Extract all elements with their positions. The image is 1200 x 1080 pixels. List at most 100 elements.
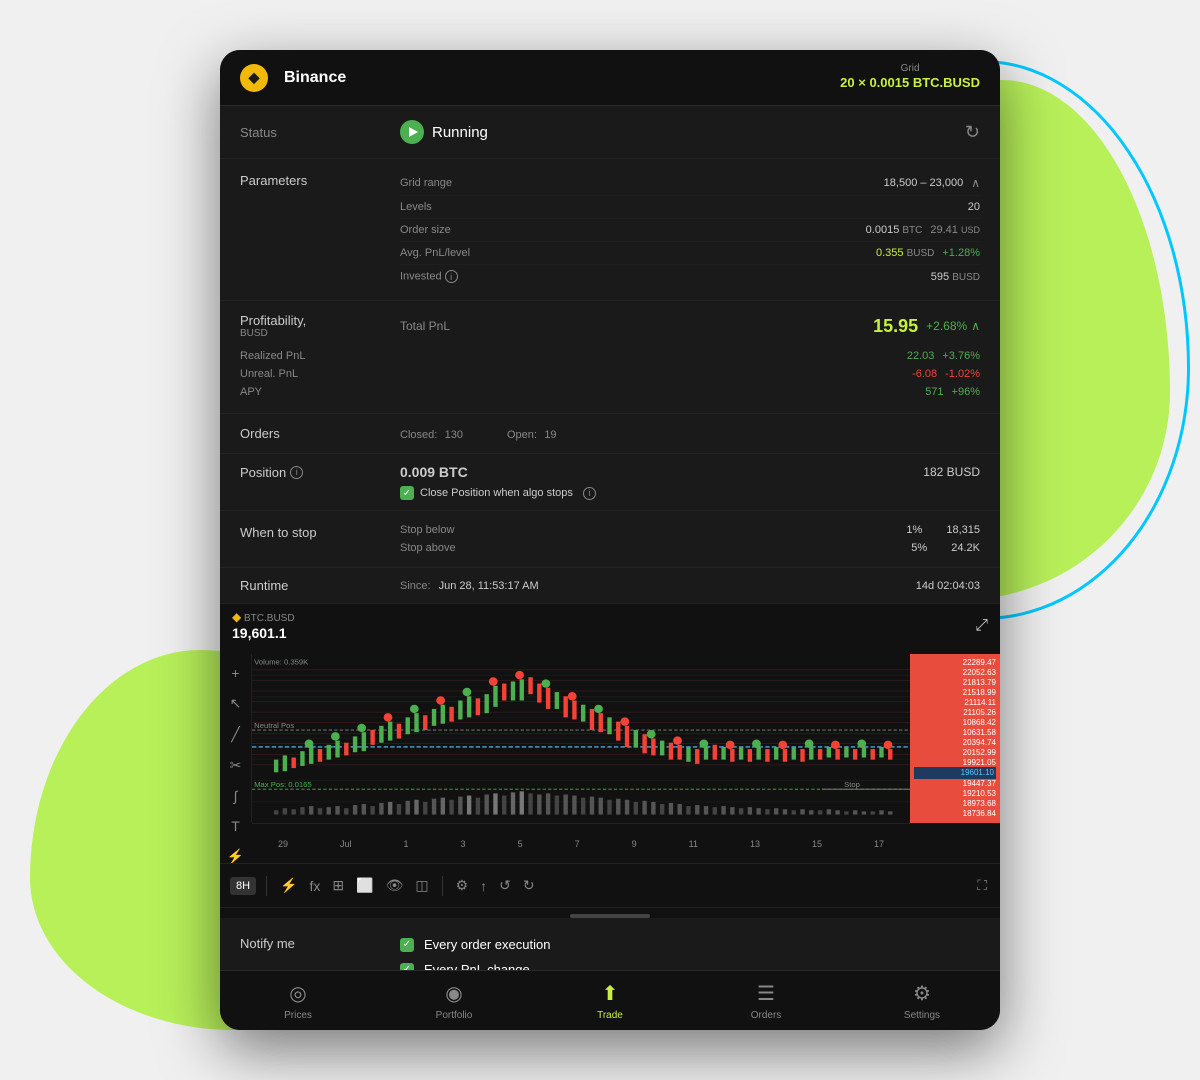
settings-label: Settings (904, 1010, 940, 1021)
pnl-header: Profitability, BUSD Total PnL 15.95 +2.6… (240, 313, 980, 339)
portfolio-label: Portfolio (436, 1010, 473, 1021)
top-bar: ◆ Binance Grid 20 × 0.0015 BTC.BUSD (220, 50, 1000, 106)
total-pnl-pct: +2.68% (926, 319, 967, 333)
refresh-icon[interactable]: ↻ (965, 122, 980, 143)
eye-icon[interactable]: 👁 (383, 874, 407, 897)
stop-below-val: 18,315 (946, 524, 980, 536)
orders-open: Open: 19 (507, 427, 561, 441)
order-size-usd: 29.41 USD (930, 224, 980, 236)
profitability-label: Profitability, BUSD (240, 313, 400, 339)
notify-option-1: ✓ Every order execution (400, 932, 980, 957)
line-tool-icon[interactable]: ╱ (228, 723, 242, 746)
share-icon[interactable]: ↑ (477, 875, 490, 897)
position-section: Position i 0.009 BTC 182 BUSD ✓ Close Po… (220, 454, 1000, 511)
prices-icon: ◎ (289, 981, 306, 1006)
status-label: Status (240, 125, 400, 140)
invested-value: 595 BUSD (931, 271, 980, 283)
notify-pnl-change-checkbox[interactable]: ✓ (400, 963, 414, 971)
redo-icon[interactable]: ↻ (520, 874, 538, 897)
close-position-checkbox[interactable]: ✓ (400, 486, 414, 500)
position-top: Position i 0.009 BTC 182 BUSD (240, 464, 980, 480)
chevron-up-icon[interactable]: ∧ (971, 176, 980, 190)
position-label: Position i (240, 465, 400, 480)
grid-label: Grid (840, 63, 980, 74)
nav-portfolio[interactable]: ◉ Portfolio (376, 971, 532, 1030)
avg-pnl-row: Avg. PnL/level 0.355 BUSD +1.28% (400, 242, 980, 265)
avg-pnl-label: Avg. PnL/level (400, 247, 876, 259)
measure-tool-icon[interactable]: ⚡ (224, 845, 247, 864)
levels-value: 20 (968, 201, 980, 213)
unreal-pnl-value: -6.08 (400, 368, 937, 380)
text-tool-icon[interactable]: T (228, 815, 243, 837)
realized-pnl-value: 22.03 (400, 350, 934, 362)
svg-text:Stop: Stop (844, 780, 860, 789)
svg-text:Max Pos: 0.0165: Max Pos: 0.0165 (254, 780, 311, 789)
notify-pnl-change-text: Every PnL change (424, 962, 530, 970)
apy-row: APY 571 +96% (240, 383, 980, 401)
levels-label: Levels (400, 201, 968, 213)
status-running: Running (400, 120, 965, 144)
fullscreen-icon[interactable]: ⛶ (974, 874, 990, 897)
realized-pnl-label: Realized PnL (240, 350, 400, 362)
stop-above-row: Stop above 5% 24.2K (400, 539, 980, 557)
when-to-stop-section: When to stop Stop below 1% 18,315 Stop a… (220, 511, 1000, 568)
layers-icon[interactable]: ◫ (412, 874, 431, 897)
runtime-row: Runtime Since: Jun 28, 11:53:17 AM 14d 0… (220, 568, 1000, 604)
order-size-row: Order size 0.0015 BTC 29.41 USD (400, 219, 980, 242)
scrollbar-thumb[interactable] (570, 914, 650, 918)
nav-trade[interactable]: ⬆ Trade (532, 971, 688, 1030)
close-position-info-icon: i (583, 487, 596, 500)
position-btc: 0.009 BTC (400, 464, 468, 480)
status-row: Status Running ↻ (220, 106, 1000, 159)
chart-expand-icon[interactable]: ⤢ (975, 617, 988, 635)
profit-sublabel: BUSD (240, 328, 400, 339)
orders-row: Orders Closed: 130 Open: 19 (220, 414, 1000, 454)
stop-above-val: 24.2K (951, 542, 980, 554)
undo-icon[interactable]: ↺ (496, 874, 514, 897)
play-triangle (409, 127, 418, 137)
levels-row: Levels 20 (400, 196, 980, 219)
apy-pct: +96% (952, 386, 980, 398)
stop-top: When to stop Stop below 1% 18,315 Stop a… (240, 521, 980, 557)
cursor-tool-icon[interactable]: ↖ (227, 692, 245, 715)
position-close-row: ✓ Close Position when algo stops i (240, 486, 980, 500)
fx-icon[interactable]: fx (307, 875, 324, 897)
settings-icon[interactable]: ⚙ (453, 874, 472, 897)
nav-settings[interactable]: ⚙ Settings (844, 971, 1000, 1030)
chart-canvas: Neutral Pos Volume: 0.359K Max Pos: 0.01… (252, 654, 910, 823)
crosshair-tool-icon[interactable]: + (228, 662, 242, 684)
notify-order-execution-text: Every order execution (424, 937, 550, 952)
nav-orders[interactable]: ☰ Orders (688, 971, 844, 1030)
svg-text:Volume: 0.359K: Volume: 0.359K (254, 658, 308, 667)
stop-above-label: Stop above (400, 542, 911, 554)
crosshair-icon[interactable]: ⊞ (329, 874, 347, 897)
play-icon (400, 120, 424, 144)
realized-pnl-row: Realized PnL 22.03 +3.76% (240, 347, 980, 365)
nav-prices[interactable]: ◎ Prices (220, 971, 376, 1030)
curve-tool-icon[interactable]: ∫ (231, 785, 241, 807)
stop-above-pct: 5% (911, 542, 951, 554)
runtime-duration: 14d 02:04:03 (916, 580, 980, 592)
stop-below-pct: 1% (906, 524, 946, 536)
chart-svg: Neutral Pos Volume: 0.359K Max Pos: 0.01… (252, 654, 910, 823)
indicators-icon[interactable]: ⚡ (277, 874, 300, 897)
grid-range-row: Grid range 18,500 – 23,000 ∧ (400, 171, 980, 196)
running-text: Running (432, 124, 488, 141)
grid-info: Grid 20 × 0.0015 BTC.BUSD (840, 63, 980, 92)
total-pnl-value: 15.95 (450, 316, 918, 337)
scissors-tool-icon[interactable]: ✂ (227, 754, 245, 777)
notify-order-execution-checkbox[interactable]: ✓ (400, 938, 414, 952)
chart-bottom-toolbar: 8H ⚡ fx ⊞ ⬜ 👁 ◫ ⚙ ↑ ↺ ↻ ⛶ (220, 864, 1000, 908)
notify-option-2: ✓ Every PnL change (400, 957, 980, 970)
price-scale: 22289.47 22052.63 21813.79 21518.99 2111… (910, 654, 1000, 823)
avg-pnl-value: 0.355 BUSD (876, 247, 934, 259)
screenshot-icon[interactable]: ⬜ (353, 874, 376, 897)
timeframe-8h-button[interactable]: 8H (230, 877, 256, 895)
unreal-pnl-pct: -1.02% (945, 368, 980, 380)
chart-symbol: ◆ BTC.BUSD (232, 610, 295, 624)
runtime-since-value: Jun 28, 11:53:17 AM (439, 580, 539, 592)
avg-pnl-pct: +1.28% (942, 247, 980, 259)
grid-range-label: Grid range (400, 177, 884, 189)
parameters-section: Parameters Grid range 18,500 – 23,000 ∧ … (220, 159, 1000, 301)
notify-section: Notify me ✓ Every order execution ✓ Ever… (220, 918, 1000, 970)
